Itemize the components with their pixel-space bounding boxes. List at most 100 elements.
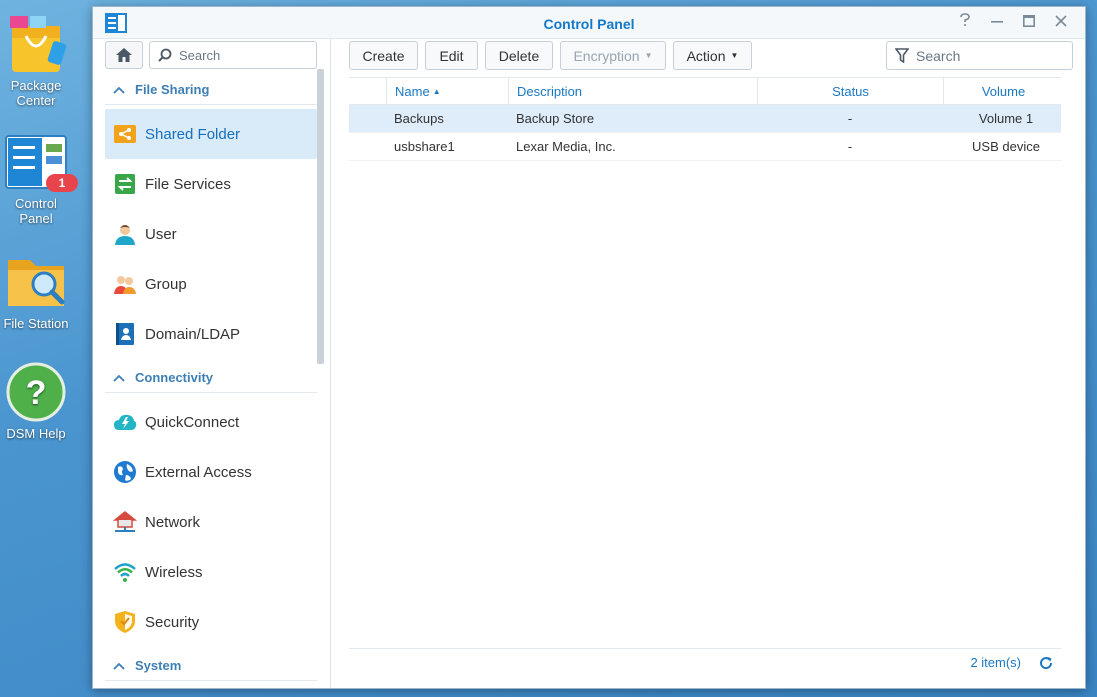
- close-button[interactable]: [1051, 13, 1071, 33]
- sidebar-item-network[interactable]: Network: [105, 497, 317, 547]
- sidebar-item-file-services[interactable]: File Services: [105, 159, 317, 209]
- window-titlebar[interactable]: Control Panel: [93, 7, 1085, 39]
- sidebar: Search File Sharing Shared Folder File S…: [93, 39, 331, 688]
- action-label: Action: [686, 47, 726, 64]
- caret-down-icon: ▼: [730, 51, 739, 60]
- column-header-label: Volume: [981, 83, 1026, 99]
- cell-name: usbshare1: [394, 139, 455, 154]
- sidebar-item-external-access[interactable]: External Access: [105, 447, 317, 497]
- cell-status: -: [847, 139, 853, 154]
- minimize-icon: [991, 21, 1003, 23]
- shared-folder-table: Name ▲ Description Status Volume Backups…: [349, 77, 1061, 161]
- sidebar-list: File Sharing Shared Folder File Services: [105, 75, 317, 685]
- cell-description: Backup Store: [516, 111, 595, 126]
- sidebar-search-placeholder: Search: [179, 47, 221, 63]
- column-header-volume[interactable]: Volume: [943, 78, 1063, 104]
- create-button[interactable]: Create: [349, 41, 418, 70]
- toolbar-search-placeholder: Search: [916, 47, 961, 64]
- network-icon: [113, 511, 137, 532]
- chevron-up-icon: [113, 86, 125, 94]
- maximize-button[interactable]: [1019, 13, 1039, 33]
- sidebar-item-security[interactable]: Security: [105, 597, 317, 647]
- desktop-icon-label: Control Panel: [15, 196, 57, 226]
- column-header-name[interactable]: Name ▲: [386, 78, 508, 104]
- main-panel: Create Edit Delete Encryption ▼ Action ▼…: [349, 39, 1073, 688]
- sidebar-search-input[interactable]: Search: [149, 41, 317, 69]
- column-header-label: Status: [832, 83, 869, 99]
- sidebar-item-shared-folder[interactable]: Shared Folder: [105, 109, 317, 159]
- edit-button-label: Edit: [439, 47, 464, 64]
- cell-name: Backups: [394, 111, 444, 126]
- user-icon: [115, 225, 135, 245]
- sidebar-item-label: Domain/LDAP: [145, 325, 241, 343]
- close-icon: [1055, 15, 1067, 27]
- table-row[interactable]: Backups Backup Store - Volume 1: [349, 105, 1061, 133]
- wifi-icon: [114, 563, 136, 582]
- section-system[interactable]: System: [105, 651, 317, 681]
- maximize-icon: [1023, 15, 1035, 27]
- toolbar: Create Edit Delete Encryption ▼ Action ▼…: [349, 41, 1073, 71]
- sidebar-item-user[interactable]: User: [105, 209, 317, 259]
- search-icon: [158, 48, 172, 62]
- desktop-icon-label: DSM Help: [6, 426, 66, 441]
- column-header-checkbox: [349, 78, 386, 104]
- item-count: 2 item(s): [970, 655, 1021, 670]
- group-icon: [114, 276, 136, 294]
- package-center-icon: [4, 12, 68, 76]
- toolbar-filter-search-input[interactable]: Search: [886, 41, 1073, 70]
- sidebar-item-label: User: [145, 225, 177, 243]
- column-header-status[interactable]: Status: [757, 78, 943, 104]
- sidebar-item-label: Wireless: [145, 563, 203, 581]
- sidebar-scrollbar[interactable]: [317, 69, 324, 364]
- refresh-icon[interactable]: [1039, 656, 1053, 670]
- cell-description: Lexar Media, Inc.: [516, 139, 616, 154]
- column-header-label: Name: [395, 83, 430, 99]
- desktop-icon-file-station[interactable]: File Station: [0, 250, 72, 331]
- sidebar-item-group[interactable]: Group: [105, 259, 317, 309]
- action-dropdown[interactable]: Action ▼: [673, 41, 752, 70]
- table-row[interactable]: usbshare1 Lexar Media, Inc. - USB device: [349, 133, 1061, 161]
- delete-button[interactable]: Delete: [485, 41, 553, 70]
- section-connectivity[interactable]: Connectivity: [105, 363, 317, 393]
- sidebar-item-wireless[interactable]: Wireless: [105, 547, 317, 597]
- file-services-icon: [115, 174, 135, 194]
- desktop-icon-package-center[interactable]: Package Center: [0, 12, 72, 108]
- sidebar-item-domain-ldap[interactable]: Domain/LDAP: [105, 309, 317, 359]
- svg-text:?: ?: [26, 374, 47, 412]
- minimize-button[interactable]: [987, 13, 1007, 33]
- sort-ascending-icon: ▲: [432, 86, 441, 96]
- sidebar-item-label: Security: [145, 613, 200, 631]
- section-label: Connectivity: [135, 370, 214, 385]
- globe-icon: [114, 461, 136, 483]
- column-header-label: Description: [517, 83, 583, 99]
- control-panel-window: Control Panel Search File Sharing Shared…: [92, 6, 1086, 689]
- control-panel-icon: 1: [4, 134, 78, 198]
- domain-ldap-icon: [116, 323, 134, 345]
- file-station-icon: [4, 250, 68, 314]
- caret-down-icon: ▼: [644, 51, 653, 60]
- create-button-label: Create: [362, 47, 405, 64]
- encryption-label: Encryption: [573, 47, 640, 64]
- section-file-sharing[interactable]: File Sharing: [105, 75, 317, 105]
- home-icon: [116, 48, 132, 62]
- desktop-icon-dsm-help[interactable]: ? DSM Help: [0, 360, 72, 441]
- home-button[interactable]: [105, 41, 143, 69]
- encryption-dropdown[interactable]: Encryption ▼: [560, 41, 666, 70]
- sidebar-item-quickconnect[interactable]: QuickConnect: [105, 397, 317, 447]
- desktop-icon-label: File Station: [3, 316, 69, 331]
- sidebar-item-label: Shared Folder: [145, 125, 241, 143]
- table-header: Name ▲ Description Status Volume: [349, 77, 1061, 105]
- section-label: File Sharing: [135, 82, 210, 97]
- desktop-icon-label: Package: [10, 78, 62, 93]
- question-icon: [960, 13, 970, 26]
- shared-folder-icon: [114, 125, 136, 143]
- column-header-description[interactable]: Description: [508, 78, 757, 104]
- delete-button-label: Delete: [498, 47, 540, 64]
- quickconnect-icon: [114, 414, 137, 430]
- edit-button[interactable]: Edit: [425, 41, 478, 70]
- help-button[interactable]: [955, 13, 975, 33]
- help-icon: ?: [4, 360, 68, 424]
- desktop-icon-control-panel[interactable]: 1 Control Panel: [0, 134, 78, 226]
- sidebar-item-label: External Access: [145, 463, 252, 481]
- notification-badge: 1: [46, 174, 78, 192]
